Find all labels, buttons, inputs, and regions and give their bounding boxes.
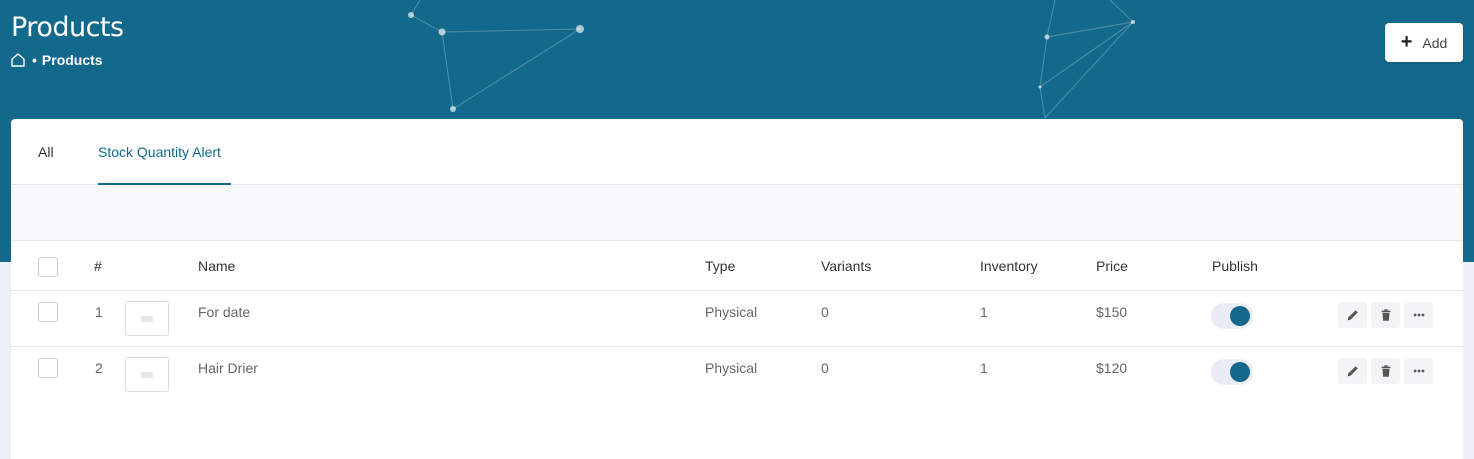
row-index: 1 <box>95 304 103 320</box>
product-price: $150 <box>1096 304 1128 320</box>
column-header-price[interactable]: Price <box>1096 258 1128 274</box>
active-tab-indicator <box>98 183 231 185</box>
edit-button[interactable] <box>1338 302 1367 328</box>
more-horizontal-icon <box>1413 369 1424 373</box>
product-type: Physical <box>705 360 758 376</box>
breadcrumb-separator: • <box>32 52 37 68</box>
more-actions-button[interactable] <box>1404 358 1433 384</box>
product-name[interactable]: For date <box>198 304 250 320</box>
filter-bar <box>11 185 1463 241</box>
product-thumbnail[interactable] <box>125 301 169 336</box>
tab-all[interactable]: All <box>38 144 54 160</box>
product-price: $120 <box>1096 360 1128 376</box>
table-header: # Name Type Variants Inventory Price Pub… <box>11 241 1463 291</box>
product-name[interactable]: Hair Drier <box>198 360 258 376</box>
column-header-type[interactable]: Type <box>705 258 735 274</box>
more-horizontal-icon <box>1413 313 1424 317</box>
table-row: 2 Hair Drier Physical 0 1 $120 <box>11 347 1463 403</box>
home-icon[interactable] <box>10 52 26 68</box>
select-all-checkbox[interactable] <box>38 257 58 277</box>
add-button-label: Add <box>1422 34 1448 51</box>
publish-toggle[interactable] <box>1211 359 1253 385</box>
delete-button[interactable] <box>1371 358 1400 384</box>
column-header-publish[interactable]: Publish <box>1212 258 1258 274</box>
tab-stock-quantity-alert[interactable]: Stock Quantity Alert <box>98 144 221 160</box>
column-header-index: # <box>94 258 102 274</box>
row-checkbox[interactable] <box>38 302 58 322</box>
product-thumbnail[interactable] <box>125 357 169 392</box>
trash-icon <box>1381 309 1390 321</box>
edit-button[interactable] <box>1338 358 1367 384</box>
tab-bar: All Stock Quantity Alert <box>11 119 1463 185</box>
product-inventory: 1 <box>980 360 988 376</box>
column-header-variants[interactable]: Variants <box>821 258 871 274</box>
column-header-inventory[interactable]: Inventory <box>980 258 1038 274</box>
plus-icon: + <box>1400 30 1413 53</box>
breadcrumb: • Products <box>10 52 103 68</box>
table-row: 1 For date Physical 0 1 $150 <box>11 291 1463 347</box>
publish-toggle[interactable] <box>1211 303 1253 329</box>
product-variants: 0 <box>821 304 829 320</box>
pencil-icon <box>1347 366 1358 377</box>
add-product-button[interactable]: + Add <box>1385 23 1463 62</box>
page-title: Products <box>11 12 124 43</box>
product-inventory: 1 <box>980 304 988 320</box>
row-checkbox[interactable] <box>38 358 58 378</box>
column-header-name[interactable]: Name <box>198 258 235 274</box>
product-variants: 0 <box>821 360 829 376</box>
products-card: All Stock Quantity Alert # Name Type Var… <box>11 119 1463 459</box>
pencil-icon <box>1347 310 1358 321</box>
delete-button[interactable] <box>1371 302 1400 328</box>
toggle-knob <box>1230 306 1250 326</box>
product-type: Physical <box>705 304 758 320</box>
trash-icon <box>1381 365 1390 377</box>
breadcrumb-current: Products <box>41 52 103 68</box>
toggle-knob <box>1230 362 1250 382</box>
more-actions-button[interactable] <box>1404 302 1433 328</box>
row-index: 2 <box>95 360 103 376</box>
